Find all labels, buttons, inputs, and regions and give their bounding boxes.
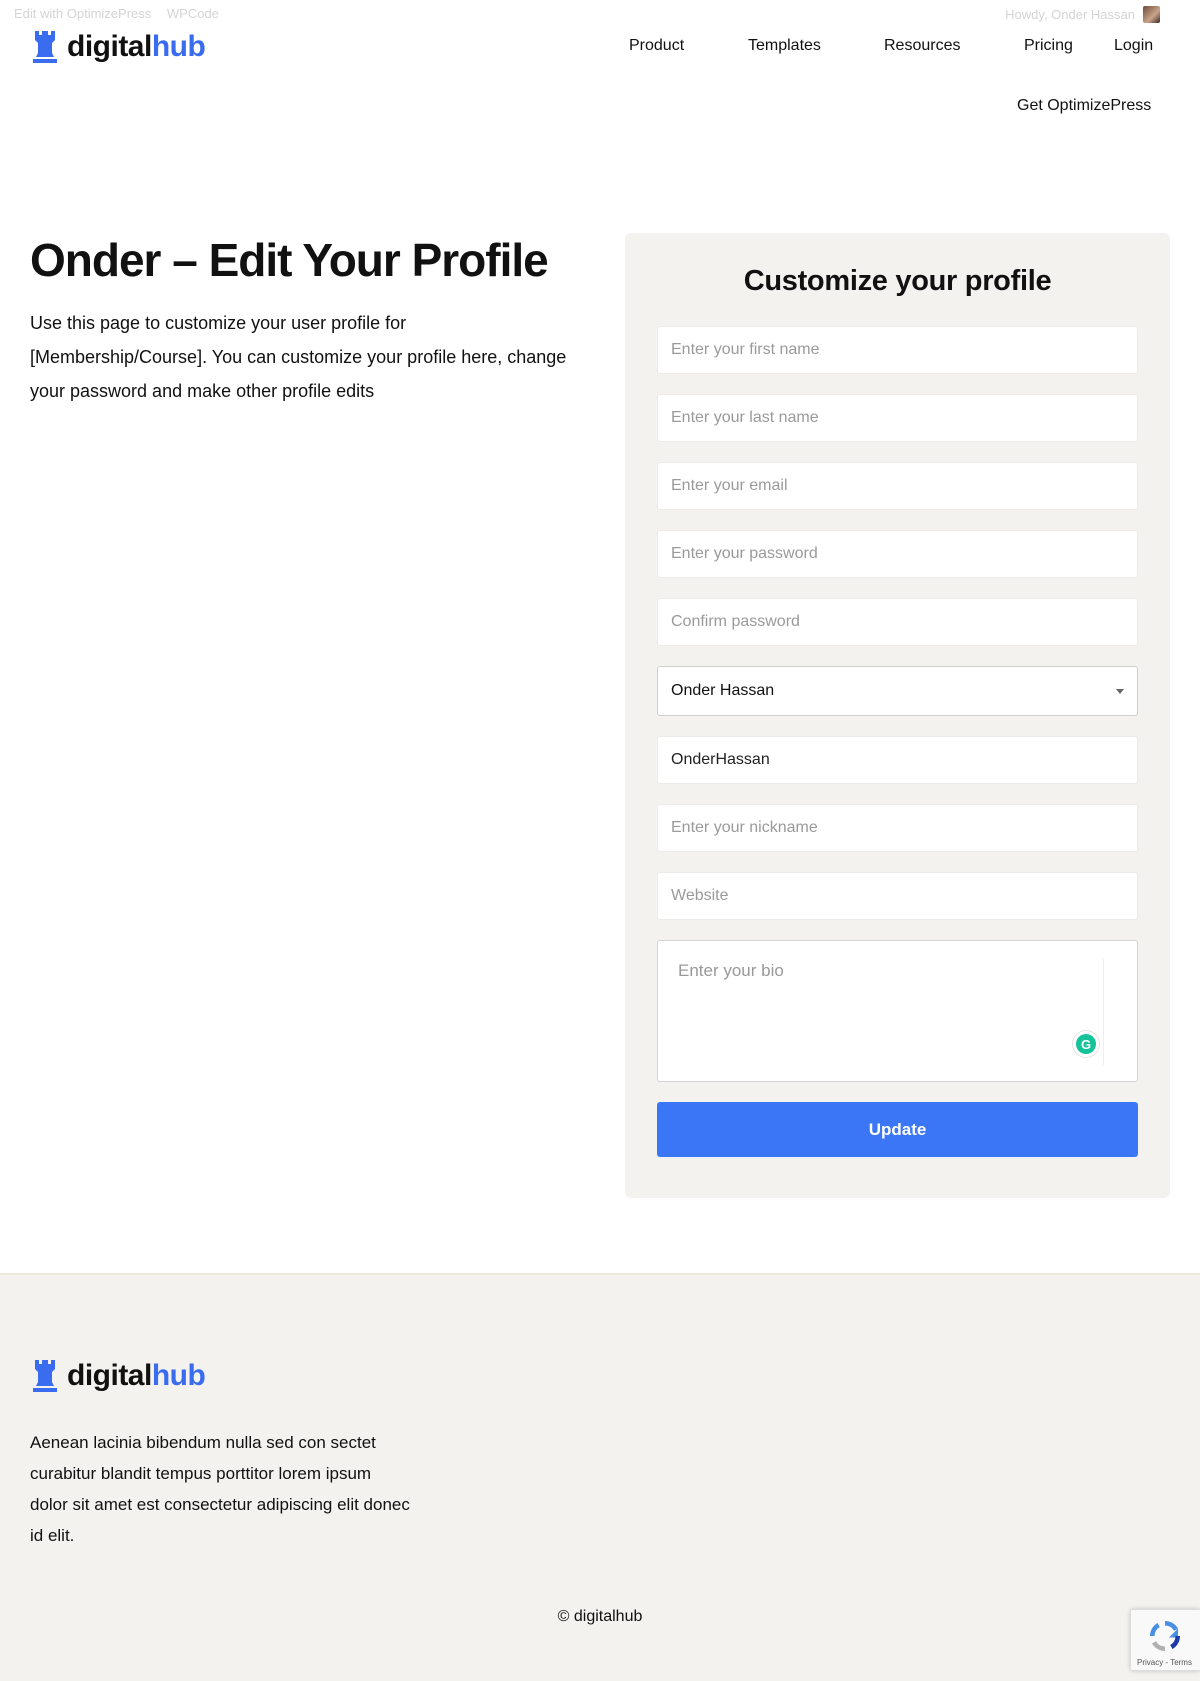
bio-textarea[interactable]: [658, 941, 1098, 1061]
admin-bar: Edit with OptimizePress WPCode Howdy, On…: [0, 0, 1200, 28]
nav-resources[interactable]: Resources: [884, 37, 960, 55]
copyright: © digitalhub: [557, 1608, 643, 1625]
footer: digital hub Aenean lacinia bibendum nulla…: [0, 1273, 1200, 1681]
grammarly-icon[interactable]: G: [1073, 1031, 1099, 1057]
form-title: Customize your profile: [743, 265, 1052, 297]
logo-text-digital: digital: [67, 30, 152, 63]
logo-text-digital: digital: [67, 1359, 152, 1392]
nav-pricing[interactable]: Pricing: [1024, 37, 1073, 55]
header-logo[interactable]: digital hub: [33, 30, 206, 64]
rook-logo-icon: [33, 1360, 57, 1392]
confirm-password-field[interactable]: [657, 598, 1138, 646]
password-field[interactable]: [657, 530, 1138, 578]
nav-templates[interactable]: Templates: [748, 37, 821, 55]
nav-product[interactable]: Product: [629, 37, 684, 55]
footer-description: Aenean lacinia bibendum nulla sed con se…: [30, 1433, 410, 1545]
footer-logo[interactable]: digital hub: [33, 1359, 206, 1393]
recaptcha-icon: [1150, 1621, 1180, 1651]
update-button[interactable]: Update: [657, 1102, 1138, 1157]
bio-field-wrapper: G: [657, 940, 1138, 1082]
avatar: [1143, 6, 1160, 23]
grammarly-letter: G: [1076, 1034, 1096, 1054]
chevron-down-icon: [1116, 688, 1124, 694]
email-field[interactable]: [657, 462, 1138, 510]
rook-logo-icon: [33, 31, 57, 63]
display-name-selected: Onder Hassan: [671, 682, 775, 699]
nickname-field[interactable]: [657, 804, 1138, 852]
last-name-field[interactable]: [657, 394, 1138, 442]
recaptcha-text: Privacy - Terms: [1137, 1658, 1192, 1667]
wpcode-link[interactable]: WPCode: [167, 6, 219, 21]
admin-greeting: Howdy, Onder Hassan: [1005, 7, 1135, 22]
first-name-field[interactable]: [657, 326, 1138, 374]
display-name-select[interactable]: Onder Hassan: [657, 666, 1138, 716]
logo-text-hub: hub: [151, 30, 206, 63]
recaptcha-badge[interactable]: Privacy - Terms: [1130, 1609, 1200, 1671]
logo-text-hub: hub: [151, 1359, 206, 1392]
edit-with-optimizepress-link[interactable]: Edit with OptimizePress: [14, 6, 151, 21]
username-field[interactable]: [657, 736, 1138, 784]
admin-user-menu[interactable]: Howdy, Onder Hassan: [1005, 6, 1160, 23]
page-title: Onder – Edit Your Profile: [30, 234, 549, 286]
bio-scrollbar[interactable]: [1103, 959, 1119, 1065]
nav-login[interactable]: Login: [1114, 37, 1153, 55]
profile-form-card: Customize your profile Onder Hassan G Up…: [625, 233, 1170, 1198]
website-field[interactable]: [657, 872, 1138, 920]
nav-get-optimizepress[interactable]: Get OptimizePress: [1017, 97, 1151, 115]
page-description: Use this page to customize your user pro…: [30, 313, 567, 401]
